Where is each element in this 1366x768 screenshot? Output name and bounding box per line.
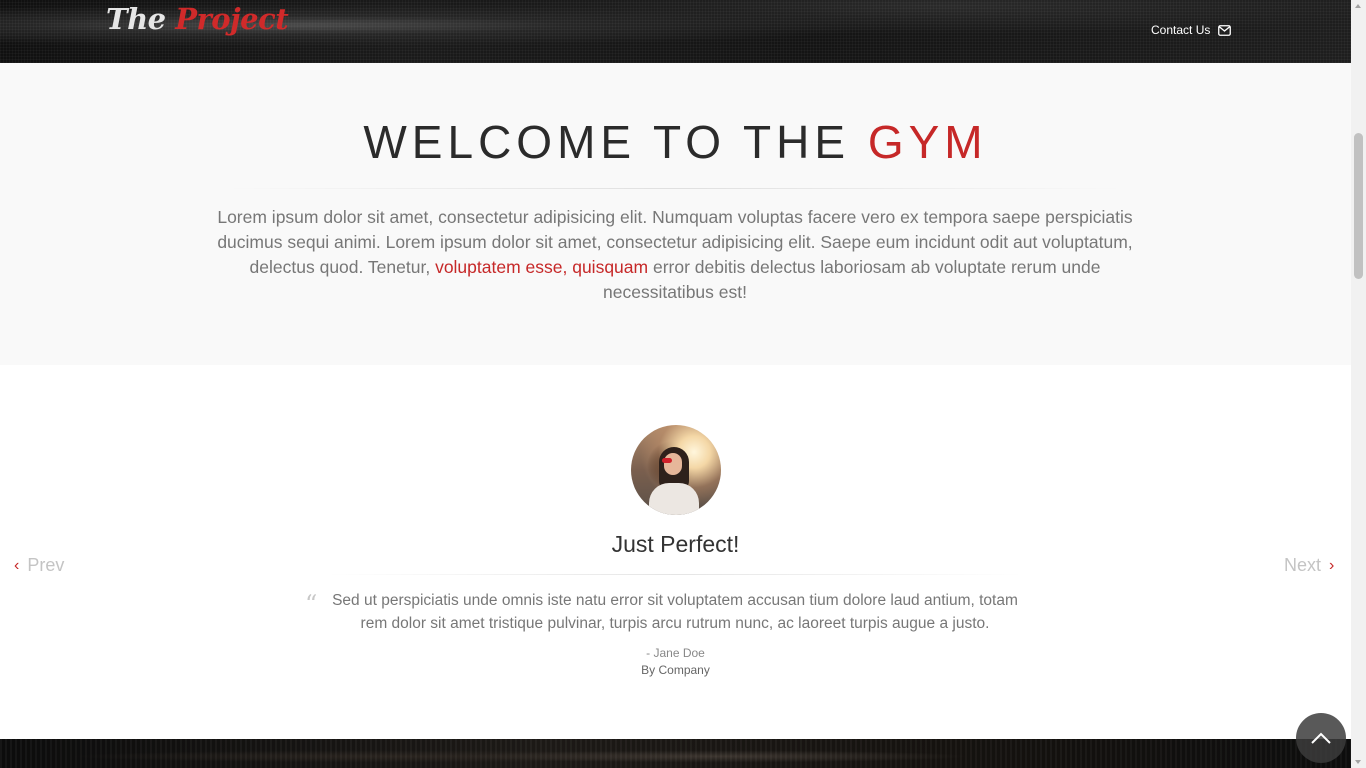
welcome-text-after: error debitis delectus laboriosam ab vol… — [603, 257, 1101, 302]
logo-text-the: The — [106, 2, 176, 36]
avatar-face — [664, 453, 682, 475]
scroll-up-arrow-icon[interactable] — [1355, 4, 1361, 8]
testimonial-author: - Jane Doe — [646, 646, 705, 660]
carousel-next-label: Next — [1284, 555, 1322, 575]
logo-text-project: Project — [175, 2, 289, 36]
welcome-title-accent: GYM — [867, 116, 988, 168]
vertical-scrollbar[interactable] — [1351, 0, 1366, 768]
carousel-prev-label: Prev — [27, 555, 65, 575]
carousel-next-button[interactable]: Next › — [1284, 555, 1334, 576]
site-logo[interactable]: The Project — [106, 2, 289, 36]
contact-us-label: Contact Us — [1151, 23, 1211, 37]
bottom-banner — [0, 739, 1351, 768]
testimonial-avatar — [631, 425, 721, 515]
chevron-left-icon: ‹ — [14, 556, 20, 574]
welcome-separator — [225, 188, 1125, 189]
envelope-icon — [1218, 24, 1232, 36]
welcome-section: WELCOME TO THE GYM Lorem ipsum dolor sit… — [0, 63, 1351, 365]
scroll-down-arrow-icon[interactable] — [1355, 760, 1361, 764]
scrollbar-thumb[interactable] — [1354, 133, 1363, 279]
site-header: The Project Contact Us — [0, 0, 1351, 63]
welcome-text-link[interactable]: voluptatem esse, quisquam — [435, 257, 648, 277]
back-to-top-button[interactable] — [1296, 713, 1346, 763]
welcome-title-main: WELCOME TO THE — [363, 116, 868, 168]
chevron-right-icon: › — [1329, 556, 1335, 574]
quote-icon: “ — [305, 590, 318, 618]
contact-us-link[interactable]: Contact Us — [1151, 23, 1232, 37]
carousel-prev-button[interactable]: ‹ Prev — [14, 555, 64, 576]
chevron-up-icon — [1311, 732, 1331, 744]
avatar-glasses — [662, 458, 672, 463]
testimonial-title: Just Perfect! — [611, 531, 740, 557]
testimonial-company: By Company — [641, 663, 710, 677]
testimonial-separator — [325, 574, 1025, 575]
welcome-title: WELCOME TO THE GYM — [0, 115, 1351, 169]
testimonial-text: Sed ut perspiciatis unde omnis iste natu… — [332, 592, 1018, 632]
welcome-paragraph: Lorem ipsum dolor sit amet, consectetur … — [205, 205, 1145, 305]
avatar-shirt — [649, 483, 699, 515]
